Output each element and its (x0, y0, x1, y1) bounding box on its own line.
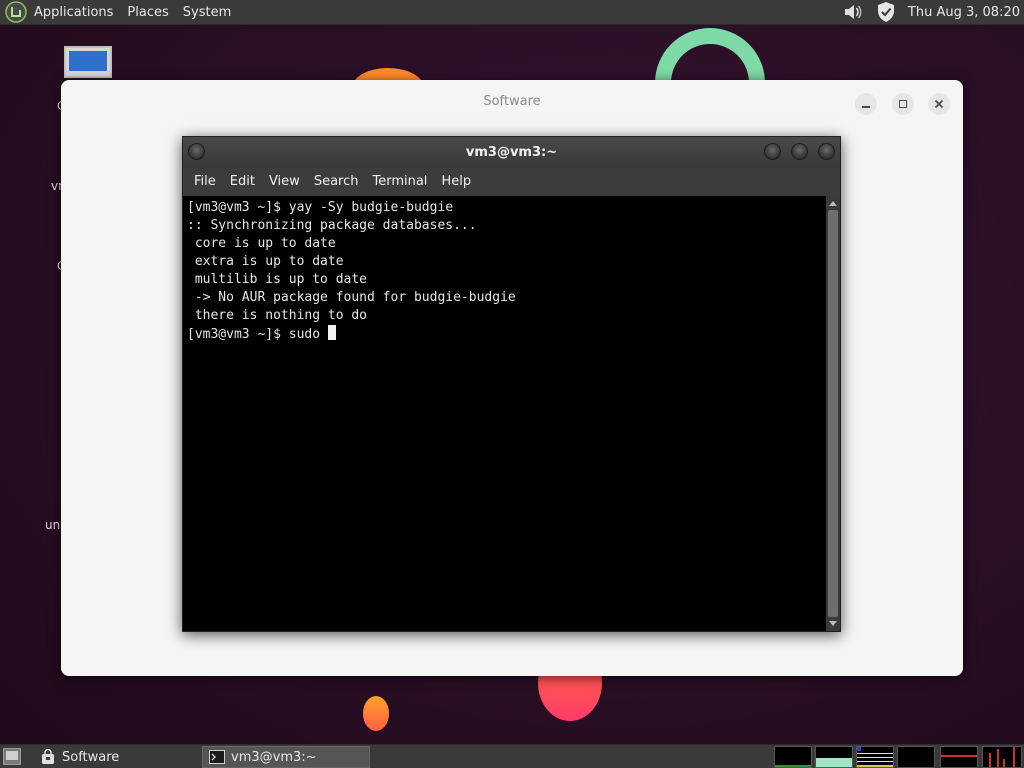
cpu-monitor-graph[interactable] (774, 746, 812, 768)
memory-monitor-graph[interactable] (815, 746, 853, 768)
text-cursor (327, 325, 336, 340)
minimize-button[interactable] (855, 93, 877, 115)
terminal-titlebar[interactable]: vm3@vm3:~ (183, 137, 840, 168)
terminal-close-button[interactable] (818, 143, 835, 160)
taskbar-item-software[interactable]: Software (34, 746, 200, 768)
software-bag-icon (42, 749, 54, 764)
scrollbar-thumb[interactable] (828, 210, 838, 617)
terminal-line: [vm3@vm3 ~]$ yay -Sy budgie-budgie (187, 200, 454, 215)
menu-edit[interactable]: Edit (223, 168, 262, 196)
terminal-prompt-line[interactable]: [vm3@vm3 ~]$ sudo (187, 325, 826, 344)
close-icon (934, 99, 944, 109)
menu-help[interactable]: Help (434, 168, 478, 196)
terminal-icon (209, 750, 225, 764)
desktop-icon (6, 751, 18, 760)
terminal-scrollbar[interactable] (826, 196, 840, 631)
scroll-up-icon[interactable] (829, 201, 837, 206)
taskbar-item-label: Software (62, 749, 120, 765)
maximize-icon (899, 100, 907, 108)
desktop-computer-icon[interactable] (64, 46, 112, 78)
terminal-line: -> No AUR package found for budgie-budgi… (187, 290, 516, 305)
shield-icon[interactable] (876, 1, 896, 23)
mint-logo-icon[interactable] (5, 1, 27, 23)
network-monitor-graph[interactable] (856, 746, 894, 768)
bottom-panel: Software vm3@vm3:~ (0, 744, 1024, 768)
taskbar-item-label: vm3@vm3:~ (231, 749, 317, 765)
menu-applications[interactable]: Applications (27, 0, 120, 25)
minimize-icon (862, 106, 870, 108)
close-button[interactable] (928, 93, 950, 115)
volume-icon[interactable] (842, 1, 864, 23)
maximize-button[interactable] (892, 93, 914, 115)
terminal-line: core is up to date (187, 236, 336, 251)
terminal-prompt: [vm3@vm3 ~]$ sudo (187, 327, 328, 342)
terminal-line: extra is up to date (187, 254, 344, 269)
menu-search[interactable]: Search (307, 168, 366, 196)
menu-places[interactable]: Places (120, 0, 175, 25)
desktop-small-orange-blob (363, 696, 389, 731)
software-window-title: Software (483, 94, 541, 109)
menu-system[interactable]: System (176, 0, 238, 25)
scroll-down-icon[interactable] (829, 621, 837, 626)
terminal-menubar: File Edit View Search Terminal Help (183, 168, 840, 196)
top-panel: Applications Places System Thu Aug 3, 08… (0, 0, 1024, 25)
menu-file[interactable]: File (187, 168, 223, 196)
swap-monitor-graph[interactable] (897, 746, 935, 768)
terminal-output[interactable]: [vm3@vm3 ~]$ yay -Sy budgie-budgie:: Syn… (183, 196, 826, 631)
terminal-line: there is nothing to do (187, 308, 368, 323)
terminal-line: :: Synchronizing package databases... (187, 218, 477, 233)
terminal-window: vm3@vm3:~ File Edit View Search Terminal… (182, 136, 841, 632)
panel-clock[interactable]: Thu Aug 3, 08:20 (908, 5, 1020, 20)
disk-monitor-graph[interactable] (982, 746, 1022, 768)
menu-view[interactable]: View (262, 168, 307, 196)
taskbar-item-terminal[interactable]: vm3@vm3:~ (202, 746, 370, 768)
load-monitor-graph[interactable] (940, 746, 978, 768)
show-desktop-button[interactable] (3, 748, 21, 765)
terminal-line: multilib is up to date (187, 272, 368, 287)
terminal-title: vm3@vm3:~ (465, 145, 558, 160)
terminal-minimize-button[interactable] (764, 143, 781, 160)
desktop-icon-label: un (45, 518, 61, 532)
menu-terminal[interactable]: Terminal (365, 168, 434, 196)
terminal-maximize-button[interactable] (791, 143, 808, 160)
